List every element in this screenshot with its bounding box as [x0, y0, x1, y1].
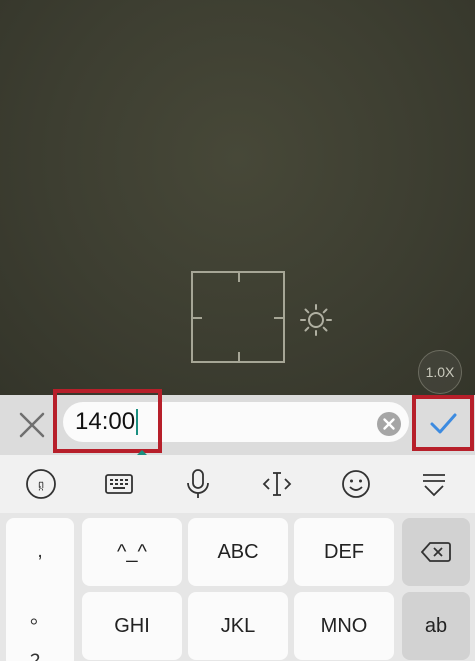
key-def[interactable]: DEF — [294, 518, 394, 586]
camera-viewfinder[interactable]: 1.0X — [0, 0, 475, 395]
keyboard-icon[interactable] — [102, 467, 136, 501]
key-mno[interactable]: MNO — [294, 592, 394, 660]
punct-question[interactable]: ？ — [6, 646, 74, 661]
collapse-icon[interactable] — [417, 467, 451, 501]
microphone-icon[interactable] — [181, 467, 215, 501]
backspace-icon — [420, 542, 451, 562]
key-ghi[interactable]: GHI — [82, 592, 182, 660]
close-icon[interactable] — [14, 407, 50, 443]
keyboard: , 。 ？ ^_^ ABC DEF GHI JKL MNO ab — [0, 513, 475, 661]
cursor-icon[interactable] — [260, 467, 294, 501]
zoom-button[interactable]: 1.0X — [418, 350, 462, 394]
key-jkl[interactable]: JKL — [188, 592, 288, 660]
key-emoticon[interactable]: ^_^ — [82, 518, 182, 586]
keyboard-toolbar: ព្ក — [0, 455, 475, 513]
key-abc[interactable]: ABC — [188, 518, 288, 586]
emoji-icon[interactable] — [339, 467, 373, 501]
key-switch-ab[interactable]: ab — [402, 592, 470, 660]
clear-icon[interactable] — [376, 411, 402, 437]
punct-comma[interactable]: , — [6, 540, 74, 563]
punct-period[interactable]: 。 — [6, 600, 74, 629]
brightness-icon[interactable] — [299, 303, 333, 337]
input-highlight-box — [53, 389, 162, 453]
focus-frame — [191, 271, 285, 363]
punctuation-column[interactable]: , 。 ？ — [6, 518, 74, 661]
keyboard-switch-icon[interactable]: ព្ក — [24, 467, 58, 501]
svg-text:ព្ក: ព្ក — [38, 480, 44, 491]
backspace-key[interactable] — [402, 518, 470, 586]
confirm-highlight-box — [412, 395, 474, 451]
